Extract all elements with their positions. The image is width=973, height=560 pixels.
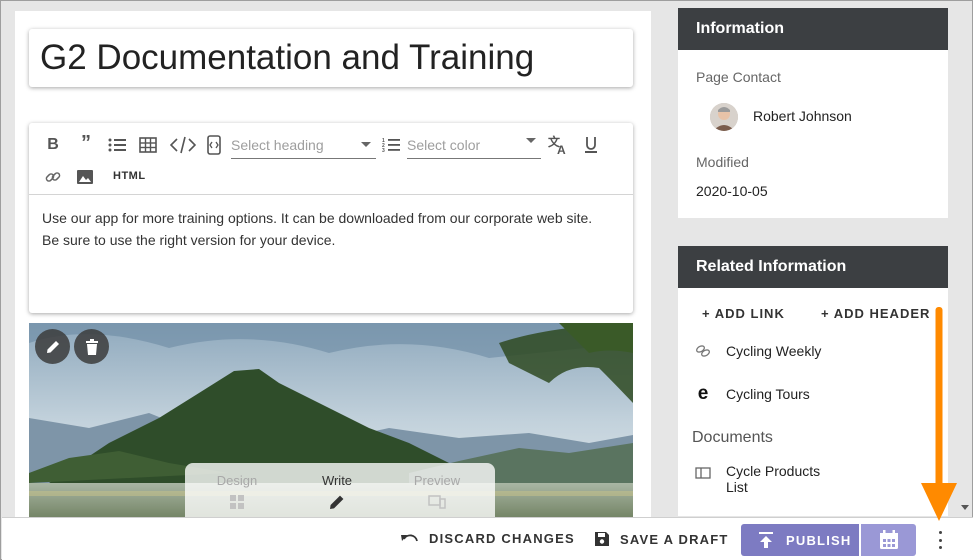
svg-text:A: A [557,143,566,155]
pencil-icon [46,340,59,353]
image-block[interactable]: Design Write Preview [29,323,633,517]
heading-select[interactable]: Select heading [231,133,376,159]
mode-switcher: Design Write Preview [185,463,495,517]
more-options-icon[interactable] [936,531,944,549]
translate-icon[interactable]: 文A [547,134,571,156]
mode-design[interactable]: Design [197,473,277,512]
contact-photo [710,103,738,131]
document-label-line2: List [726,479,748,495]
annotation-arrow-icon [921,307,957,521]
bulleted-list-icon[interactable] [106,134,128,156]
related-link-label: Cycling Weekly [726,343,822,359]
undo-icon [401,534,418,541]
link-icon [694,342,712,360]
save-icon [595,532,609,546]
delete-image-button[interactable] [74,329,109,364]
pencil-icon [330,495,344,509]
save-draft-label: SAVE A DRAFT [620,531,729,547]
image-icon[interactable] [74,166,96,188]
information-panel: Information Page Contact Robert Johnson … [678,8,948,218]
editor-toolbar: B ” Select heading 1 2 3 Select color 文 … [29,123,633,195]
mode-preview[interactable]: Preview [397,473,477,512]
page-canvas: G2 Documentation and Training B ” Select… [15,11,651,517]
related-link-label: Cycling Tours [726,386,810,402]
heading-select-placeholder: Select heading [231,137,324,153]
calendar-icon [879,530,898,549]
devices-icon [428,495,446,509]
editor-paragraph-1: Use our app for more training options. I… [42,210,593,226]
title-card[interactable]: G2 Documentation and Training [29,29,633,87]
action-bar: DISCARD CHANGES SAVE A DRAFT PUBLISH [2,517,973,560]
mode-write-label: Write [321,473,353,488]
mode-write[interactable]: Write [297,473,377,512]
editor-paragraph-2: Be sure to use the right version for you… [42,232,336,248]
document-label-line1: Cycle Products [726,463,821,479]
related-link-item[interactable]: e Cycling Tours [694,383,810,404]
color-select-placeholder: Select color [407,137,481,153]
app-frame: G2 Documentation and Training B ” Select… [0,0,973,560]
avatar[interactable] [710,103,738,131]
edit-image-button[interactable] [35,329,70,364]
scroll-down-icon[interactable] [961,505,969,510]
page-contact-label: Page Contact [696,69,781,85]
add-header-button[interactable]: + ADD HEADER [821,306,930,321]
quote-icon[interactable]: ” [75,132,97,154]
document-item[interactable]: Cycle Products List [694,463,820,495]
contact-name[interactable]: Robert Johnson [753,108,852,124]
underline-icon[interactable] [580,134,602,156]
chevron-down-icon [526,138,536,143]
information-header: Information [678,8,948,50]
save-draft-button[interactable]: SAVE A DRAFT [594,531,729,547]
modified-label: Modified [696,154,749,170]
design-grid-icon [230,495,244,509]
svg-text:3: 3 [382,148,385,153]
table-icon[interactable] [137,134,159,156]
discard-changes-label: DISCARD CHANGES [429,531,575,546]
mode-preview-label: Preview [413,473,461,488]
related-link-item[interactable]: Cycling Weekly [694,342,821,360]
related-information-header: Related Information [678,246,948,288]
text-editor: B ” Select heading 1 2 3 Select color 文 … [29,123,633,313]
documents-header: Documents [692,429,773,446]
schedule-publish-button[interactable] [861,524,916,556]
publish-upload-icon [759,532,773,548]
related-information-panel: Related Information + ADD LINK + ADD HEA… [678,246,948,516]
add-link-button[interactable]: + ADD LINK [702,306,785,321]
numbered-list-icon[interactable]: 123 [380,134,402,156]
code-icon[interactable] [169,134,197,156]
html-button[interactable]: HTML [113,170,146,182]
link-icon[interactable] [42,166,64,188]
color-select[interactable]: Select color [407,133,541,159]
trash-icon [85,338,98,355]
document-icon [694,464,712,482]
editor-content[interactable]: Use our app for more training options. I… [42,207,622,251]
bold-icon[interactable]: B [42,134,64,156]
mode-design-label: Design [216,473,258,488]
discard-changes-button[interactable]: DISCARD CHANGES [401,531,575,546]
code-view-icon[interactable] [203,134,225,156]
chevron-down-icon [361,142,371,147]
edge-browser-icon: e [697,383,709,404]
publish-label: PUBLISH [786,532,852,548]
page-title[interactable]: G2 Documentation and Training [40,38,534,78]
publish-button[interactable]: PUBLISH [741,524,859,556]
sidebar-scrollbar[interactable] [958,7,972,515]
modified-value: 2020-10-05 [696,183,768,199]
